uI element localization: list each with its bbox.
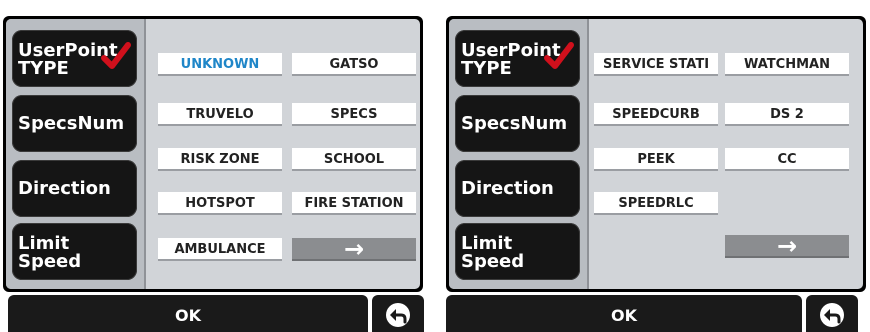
specsnum-label: SpecsNum <box>18 112 125 134</box>
direction-button[interactable]: Direction <box>455 160 580 217</box>
option-peek[interactable]: PEEK <box>594 148 718 171</box>
option-hotspot[interactable]: HOTSPOT <box>158 192 282 215</box>
right-arrow-icon: → <box>776 235 798 258</box>
next-page-button[interactable]: → <box>725 235 849 258</box>
right-screen-panel: UserPoint TYPE SpecsNum Direction Limit … <box>446 16 866 292</box>
specsnum-button[interactable]: SpecsNum <box>455 95 580 152</box>
checkmark-icon <box>101 42 131 69</box>
ok-button-right[interactable]: OK <box>446 295 802 332</box>
limit-speed-button[interactable]: Limit Speed <box>12 223 137 280</box>
option-truvelo[interactable]: TRUVELO <box>158 103 282 126</box>
option-risk-zone[interactable]: RISK ZONE <box>158 148 282 171</box>
option-unknown[interactable]: UNKNOWN <box>158 53 282 76</box>
option-speedcurb[interactable]: SPEEDCURB <box>594 103 718 126</box>
direction-label: Direction <box>461 177 554 199</box>
right-arrow-icon: → <box>343 238 365 261</box>
limit-speed-button[interactable]: Limit Speed <box>455 223 580 280</box>
specsnum-button[interactable]: SpecsNum <box>12 95 137 152</box>
option-ambulance[interactable]: AMBULANCE <box>158 238 282 261</box>
option-specs[interactable]: SPECS <box>292 103 416 126</box>
option-school[interactable]: SCHOOL <box>292 148 416 171</box>
option-service-station[interactable]: SERVICE STATI <box>594 53 718 76</box>
limit-speed-line2: Speed <box>461 251 525 272</box>
left-screen-content: UserPoint TYPE SpecsNum Direction Limit … <box>6 19 420 289</box>
back-button-right[interactable] <box>806 295 858 332</box>
back-arrow-icon <box>820 303 844 327</box>
right-screen-content: UserPoint TYPE SpecsNum Direction Limit … <box>449 19 863 289</box>
userpoint-type-button[interactable]: UserPoint TYPE <box>12 30 137 87</box>
specsnum-label: SpecsNum <box>461 112 568 134</box>
next-page-button[interactable]: → <box>292 238 416 261</box>
option-ds2[interactable]: DS 2 <box>725 103 849 126</box>
direction-button[interactable]: Direction <box>12 160 137 217</box>
option-cc[interactable]: CC <box>725 148 849 171</box>
back-button-left[interactable] <box>372 295 424 332</box>
left-screen-panel: UserPoint TYPE SpecsNum Direction Limit … <box>3 16 423 292</box>
checkmark-icon <box>544 42 574 69</box>
option-speedrlc[interactable]: SPEEDRLC <box>594 192 718 215</box>
option-gatso[interactable]: GATSO <box>292 53 416 76</box>
back-arrow-icon <box>386 303 410 327</box>
direction-label: Direction <box>18 177 111 199</box>
option-fire-station[interactable]: FIRE STATION <box>292 192 416 215</box>
option-watchman[interactable]: WATCHMAN <box>725 53 849 76</box>
limit-speed-line2: Speed <box>18 251 82 272</box>
ok-button-left[interactable]: OK <box>8 295 368 332</box>
userpoint-type-button[interactable]: UserPoint TYPE <box>455 30 580 87</box>
